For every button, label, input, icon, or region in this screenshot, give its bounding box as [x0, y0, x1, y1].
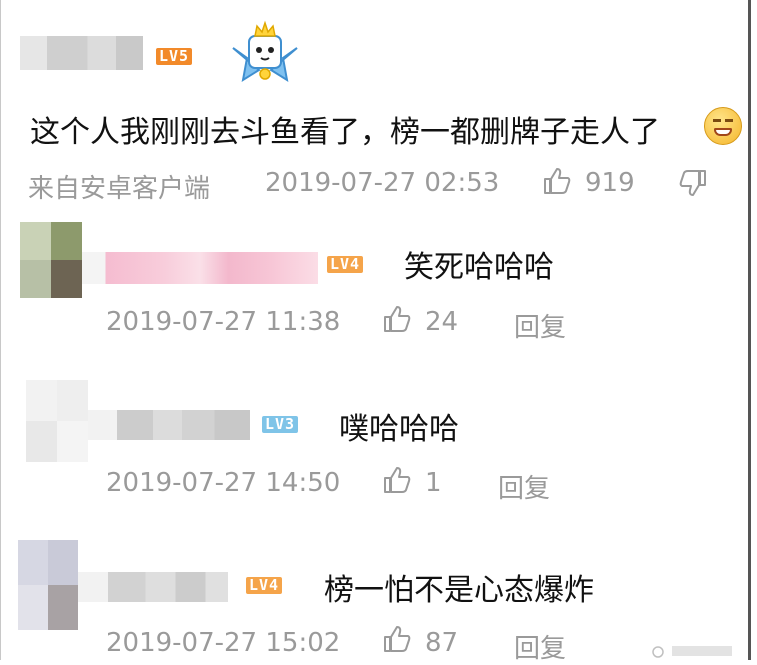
reply-text: 笑死哈哈哈	[404, 250, 554, 285]
thumbs-up-icon[interactable]	[382, 304, 412, 334]
level-badge: LV5	[156, 48, 193, 65]
thumbs-up-icon[interactable]	[542, 166, 572, 196]
thumbs-up-icon[interactable]	[382, 465, 412, 495]
level-badge: LV4	[246, 577, 283, 594]
reply-text: 榜一怕不是心态爆炸	[324, 573, 594, 608]
reply-text: 噗哈哈哈	[339, 412, 459, 447]
client-source: 来自安卓客户端	[28, 174, 211, 204]
like-count: 919	[585, 168, 635, 198]
timestamp: 2019-07-27 15:02	[106, 628, 341, 658]
comment-text: 这个人我刚刚去斗鱼看了，榜一都删牌子走人了	[30, 115, 660, 150]
username-blurred[interactable]	[20, 36, 143, 70]
watermark-logo-icon	[652, 646, 732, 658]
like-count: 1	[425, 468, 442, 498]
username-blurred[interactable]	[88, 410, 250, 440]
grinning-emoji	[704, 107, 742, 145]
username-blurred[interactable]	[78, 572, 228, 602]
username-blurred[interactable]	[82, 252, 318, 284]
avatar[interactable]	[18, 540, 78, 630]
avatar[interactable]	[26, 380, 88, 462]
avatar[interactable]	[20, 222, 82, 298]
timestamp: 2019-07-27 11:38	[106, 307, 341, 337]
reply-button[interactable]: 回复	[514, 307, 566, 344]
level-badge: LV3	[262, 416, 299, 433]
like-count: 87	[425, 628, 459, 658]
thumbs-down-icon[interactable]	[678, 168, 708, 198]
like-count: 24	[425, 307, 459, 337]
reply-button[interactable]: 回复	[514, 628, 566, 665]
reply-button[interactable]: 回复	[498, 468, 550, 505]
timestamp: 2019-07-27 14:50	[106, 468, 341, 498]
level-badge: LV4	[327, 256, 364, 273]
crowned-mascot-icon	[232, 20, 298, 83]
thumbs-up-icon[interactable]	[382, 624, 412, 654]
timestamp: 2019-07-27 02:53	[265, 168, 500, 198]
